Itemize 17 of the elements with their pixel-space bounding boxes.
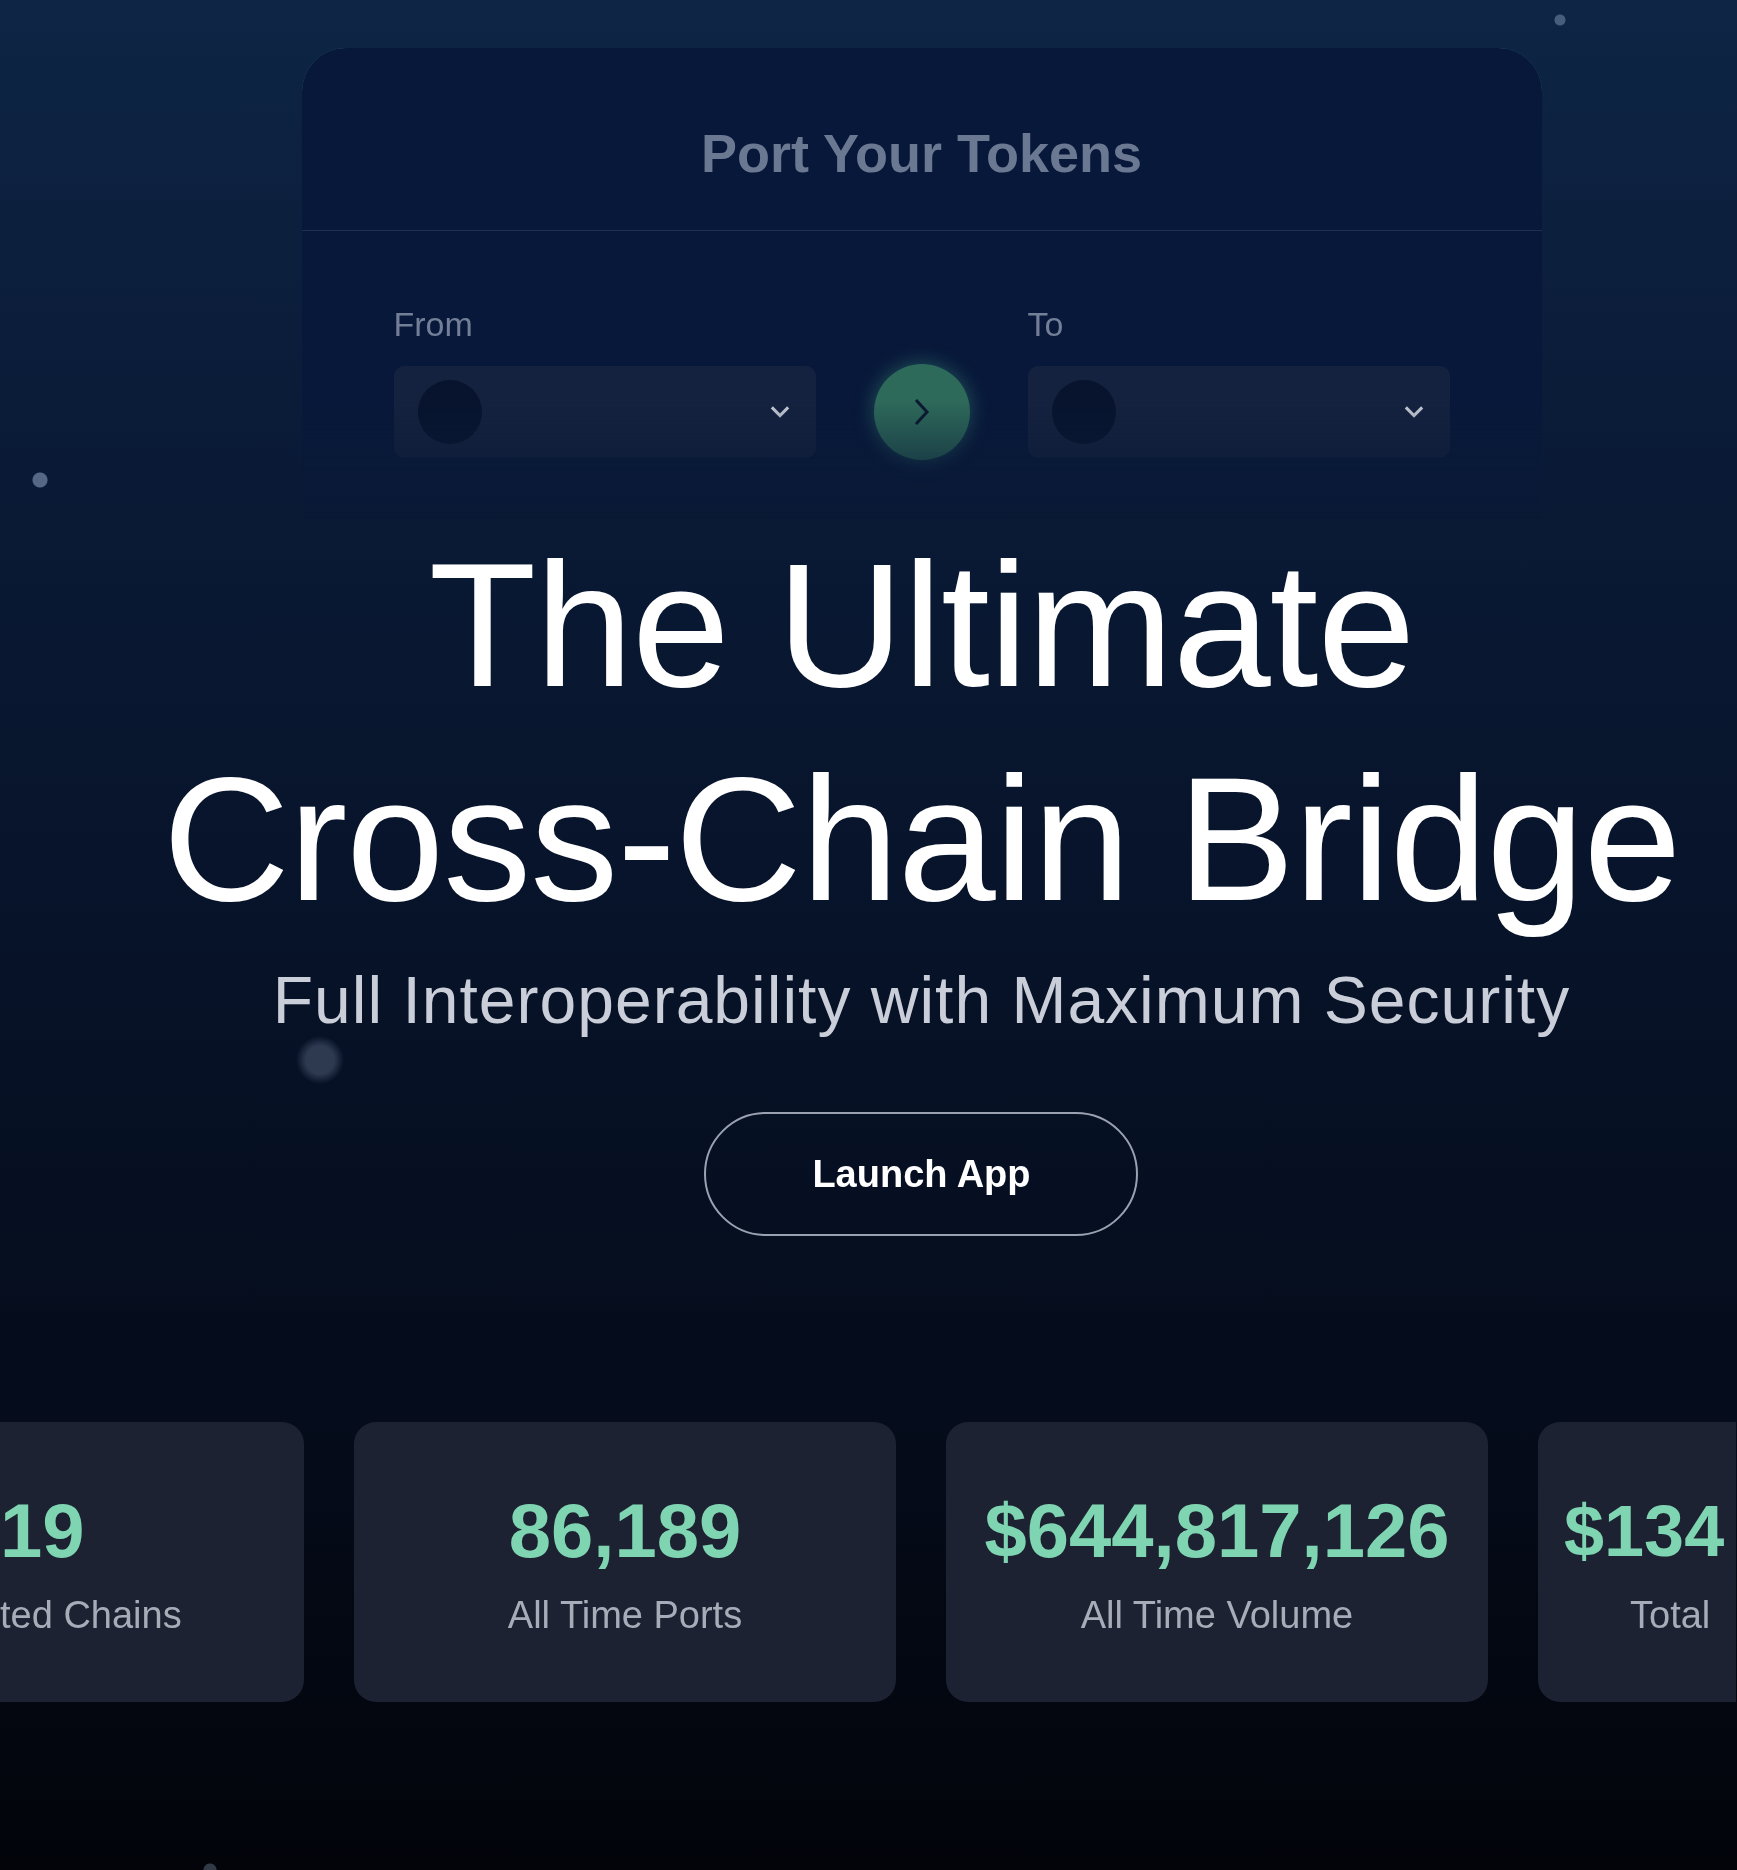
stat-value: 86,189 <box>508 1487 742 1574</box>
stat-value: $644,817,126 <box>984 1487 1450 1574</box>
stat-value: $134 <box>1564 1489 1725 1573</box>
to-label: To <box>1027 305 1065 344</box>
stat-value: 19 <box>0 1487 85 1574</box>
from-label: From <box>393 305 474 344</box>
card-title: Port Your Tokens <box>700 122 1143 184</box>
stat-label: ted Chains <box>0 1593 182 1637</box>
chain-select[interactable] <box>393 366 816 458</box>
subtitle: Full Interoperability with Maximum Security <box>272 962 1571 1038</box>
chain-select[interactable] <box>1027 366 1450 458</box>
stat-label: Total <box>1630 1593 1711 1637</box>
headline: Cross-Chain Bridge <box>162 740 1681 939</box>
stat-label: All Time Volume <box>1080 1593 1354 1637</box>
launch-app-button[interactable]: Launch App <box>704 1112 1139 1236</box>
stat-label: All Time Ports <box>507 1593 743 1637</box>
headline: The Ultimate <box>428 526 1415 725</box>
